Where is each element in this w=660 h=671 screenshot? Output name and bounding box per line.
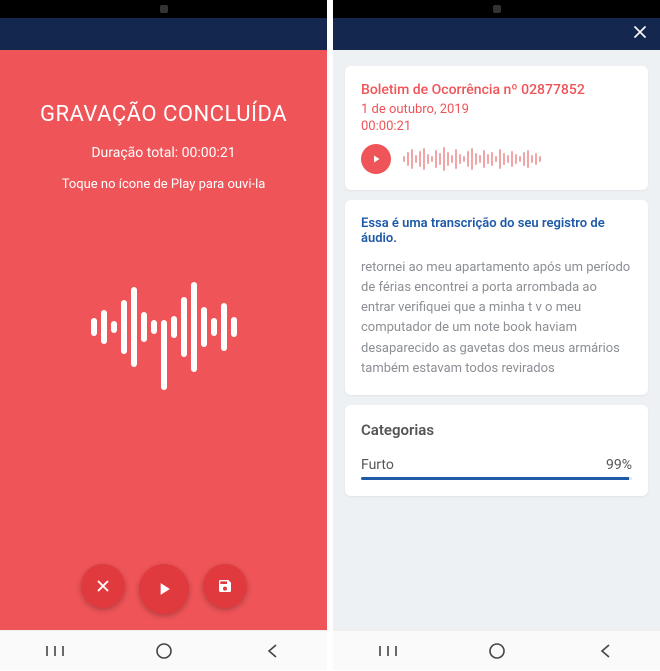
home-key[interactable] [144, 631, 184, 671]
waveform-small [403, 144, 632, 174]
transcription-card: Essa é uma transcrição do seu registro d… [345, 200, 648, 395]
category-name: Furto [361, 457, 394, 473]
android-navbar [333, 630, 660, 670]
recording-title: GRAVAÇÃO CONCLUÍDA [40, 102, 287, 127]
report-duration: 00:00:21 [361, 119, 632, 134]
report-title: Boletim de Ocorrência nº 02877852 [361, 82, 632, 98]
save-button[interactable] [203, 564, 247, 608]
play-button[interactable] [139, 564, 189, 614]
waveform-large [91, 252, 237, 402]
transcription-body: retornei ao meu apartamento após um perí… [361, 258, 632, 379]
close-icon [94, 577, 112, 595]
save-icon [217, 578, 233, 594]
status-bar [0, 0, 327, 18]
category-percent: 99% [606, 457, 632, 473]
back-key[interactable] [586, 631, 626, 671]
android-navbar [0, 630, 327, 670]
recents-key[interactable] [35, 631, 75, 671]
category-row: Furto 99% [361, 457, 632, 473]
play-small-button[interactable] [361, 144, 391, 174]
app-header [0, 18, 327, 50]
detail-panel: Boletim de Ocorrência nº 02877852 1 de o… [333, 50, 660, 630]
close-icon [630, 22, 650, 42]
right-screen: Boletim de Ocorrência nº 02877852 1 de o… [333, 0, 660, 670]
close-button[interactable] [630, 22, 650, 46]
status-bar [333, 0, 660, 18]
report-date: 1 de outubro, 2019 [361, 102, 632, 117]
recording-card: Boletim de Ocorrência nº 02877852 1 de o… [345, 66, 648, 190]
play-icon [154, 579, 174, 599]
transcription-title: Essa é uma transcrição do seu registro d… [361, 216, 632, 246]
app-header [333, 18, 660, 50]
categories-card: Categorias Furto 99% [345, 405, 648, 496]
recording-duration: Duração total: 00:00:21 [91, 145, 235, 161]
recording-hint: Toque no ícone de Play para ouvi-la [62, 177, 266, 192]
home-key[interactable] [477, 631, 517, 671]
recording-complete-panel: GRAVAÇÃO CONCLUÍDA Duração total: 00:00:… [0, 50, 327, 630]
back-key[interactable] [253, 631, 293, 671]
categories-title: Categorias [361, 421, 632, 439]
category-progress-fill [361, 477, 629, 480]
recents-key[interactable] [368, 631, 408, 671]
discard-button[interactable] [81, 564, 125, 608]
play-icon [370, 153, 382, 165]
category-progress [361, 477, 632, 480]
left-screen: GRAVAÇÃO CONCLUÍDA Duração total: 00:00:… [0, 0, 327, 670]
action-bar [0, 564, 327, 614]
